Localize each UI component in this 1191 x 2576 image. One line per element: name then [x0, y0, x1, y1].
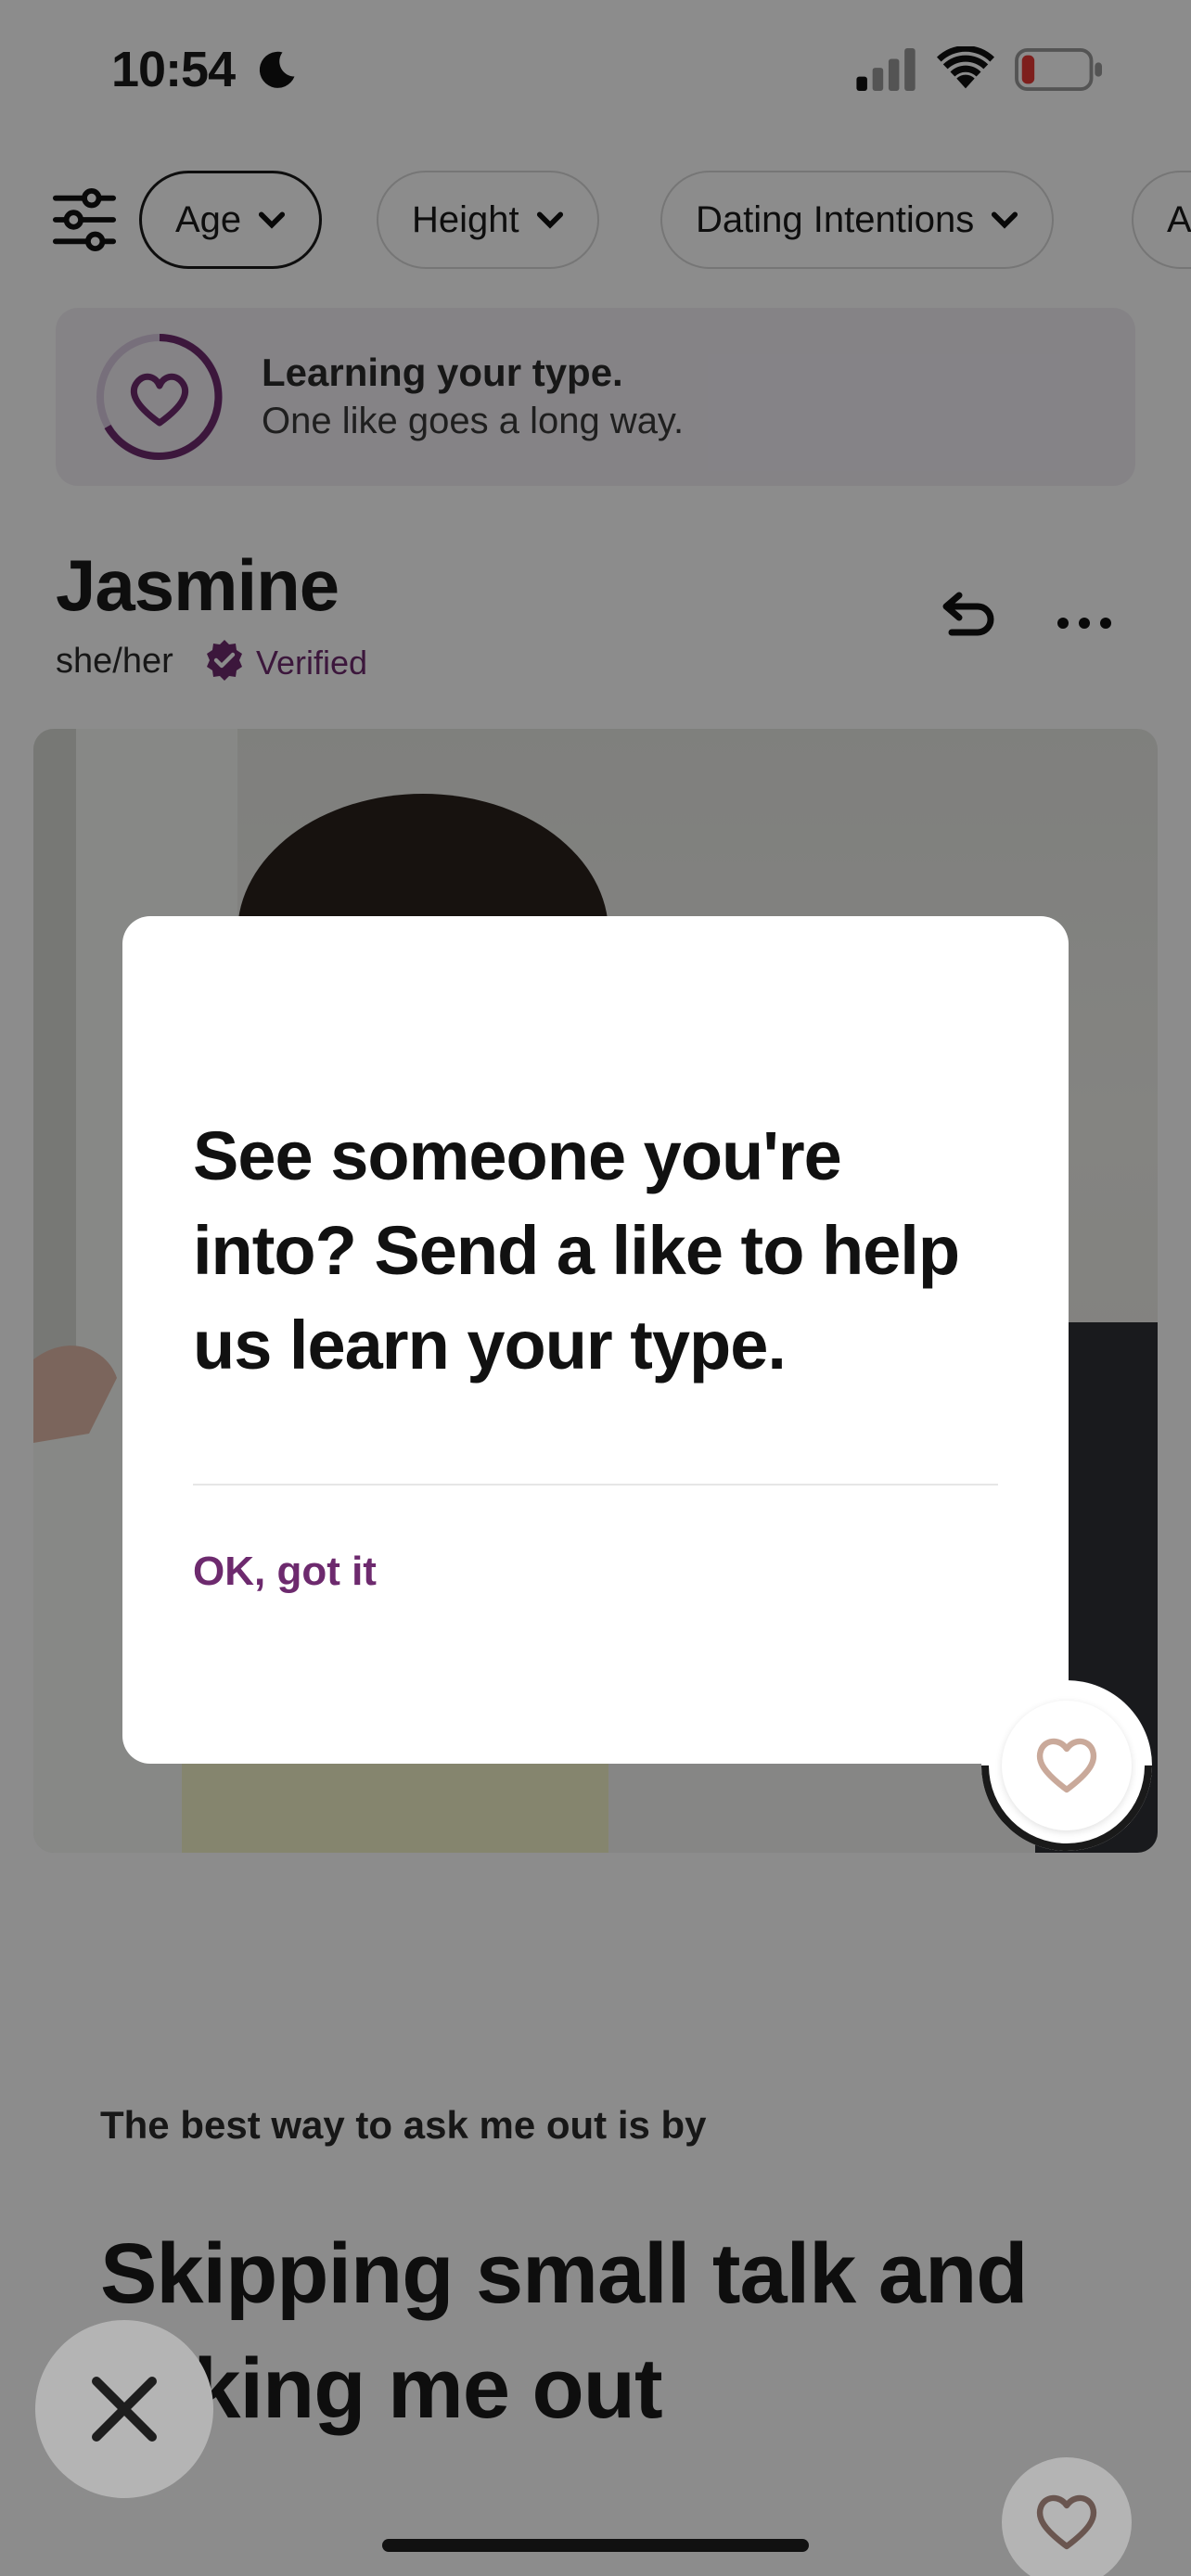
heart-icon: [1036, 1738, 1097, 1793]
skip-button[interactable]: [35, 2320, 213, 2498]
home-indicator[interactable]: [382, 2539, 809, 2552]
close-icon: [92, 2377, 157, 2442]
dialog-divider: [193, 1484, 998, 1486]
ok-got-it-button[interactable]: OK, got it: [193, 1549, 377, 1595]
heart-icon: [1036, 2494, 1097, 2550]
prompt-like-button[interactable]: [1002, 2457, 1132, 2576]
dialog-message: See someone you're into? Send a like to …: [193, 1117, 960, 1384]
like-button[interactable]: [1002, 1701, 1132, 1830]
